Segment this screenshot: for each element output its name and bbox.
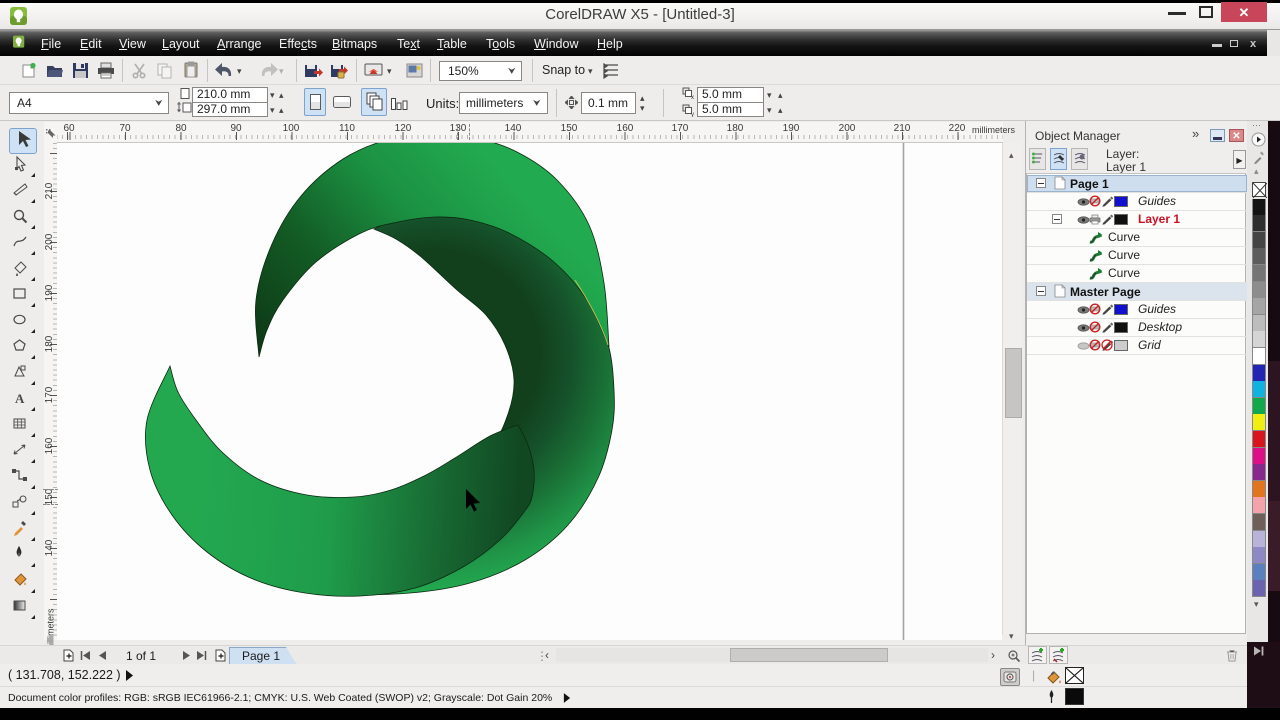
svg-text:y: y: [691, 112, 694, 117]
svg-text:A: A: [15, 391, 25, 406]
svg-text:x: x: [691, 95, 694, 100]
